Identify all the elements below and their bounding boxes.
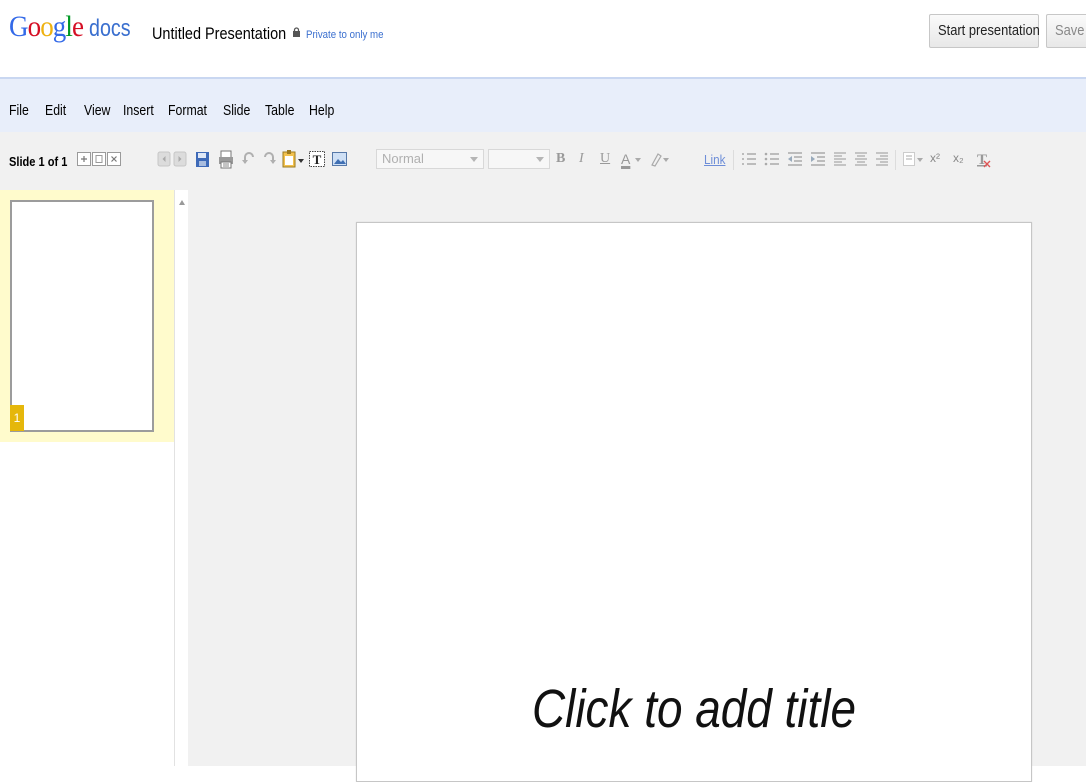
logo-google-text: Google (9, 10, 84, 43)
slide[interactable]: Click to add title (356, 222, 1032, 782)
lock-icon (293, 27, 300, 37)
insert-text-box-icon[interactable]: T (308, 148, 326, 170)
menu-format[interactable]: Format (168, 102, 207, 119)
vertical-align-icon[interactable] (902, 148, 926, 170)
toolbar-separator (733, 150, 734, 170)
delete-slide-icon[interactable] (107, 152, 121, 166)
google-docs-logo[interactable]: Google docs (9, 10, 140, 50)
scroll-up-arrow-icon[interactable] (179, 200, 185, 205)
svg-text:T: T (313, 152, 322, 167)
underline-button[interactable]: U (600, 151, 610, 167)
undo-icon[interactable] (241, 148, 257, 170)
menu-slide[interactable]: Slide (223, 102, 250, 119)
redo-icon[interactable] (261, 148, 277, 170)
save-label: Save (1055, 22, 1085, 39)
align-center-icon[interactable] (853, 148, 869, 170)
paint-format-icon[interactable] (281, 148, 305, 170)
move-slide-down-icon[interactable] (173, 148, 187, 170)
slide-editor-canvas: Click to add title (188, 190, 1086, 782)
italic-button[interactable]: I (579, 151, 584, 167)
slide-title-placeholder[interactable]: Click to add title (408, 678, 981, 740)
paragraph-style-dropdown[interactable]: Normal (376, 149, 484, 169)
numbered-list-icon[interactable] (740, 148, 758, 170)
bulleted-list-icon[interactable] (763, 148, 781, 170)
superscript-button[interactable]: x² (930, 151, 940, 165)
increase-indent-icon[interactable] (809, 148, 827, 170)
toolbar: Slide 1 of 1 T Normal B I U A Link x² x₂… (0, 132, 1086, 190)
paragraph-style-value: Normal (382, 151, 424, 166)
text-color-chevron-icon[interactable] (633, 148, 643, 170)
insert-image-icon[interactable] (331, 148, 349, 170)
slide-counter: Slide 1 of 1 (9, 154, 68, 169)
slide-number-badge: 1 (10, 405, 24, 431)
toolbar-separator (895, 150, 896, 170)
chevron-down-icon (536, 157, 544, 162)
font-size-dropdown[interactable] (488, 149, 550, 169)
filmstrip-scrollbar[interactable] (174, 190, 189, 766)
start-presentation-label: Start presentation (938, 22, 1040, 39)
save-icon[interactable] (195, 148, 211, 170)
logo-docs-text: docs (89, 15, 131, 42)
highlight-color-icon[interactable] (648, 148, 672, 170)
menu-table[interactable]: Table (265, 102, 294, 119)
bold-button[interactable]: B (556, 151, 565, 167)
menu-insert[interactable]: Insert (123, 102, 154, 119)
document-title[interactable]: Untitled Presentation (152, 24, 286, 44)
decrease-indent-icon[interactable] (786, 148, 804, 170)
slide-thumbnail[interactable] (10, 200, 154, 432)
sharing-status-link[interactable]: Private to only me (306, 29, 383, 41)
insert-link-button[interactable]: Link (704, 152, 725, 167)
align-left-icon[interactable] (832, 148, 848, 170)
app-header: Google docs Untitled Presentation Privat… (0, 0, 1086, 76)
menu-view[interactable]: View (84, 102, 110, 119)
menu-bar: File Edit View Insert Format Slide Table… (0, 79, 1086, 132)
chevron-down-icon (470, 157, 478, 162)
subscript-button[interactable]: x₂ (953, 151, 964, 165)
duplicate-slide-icon[interactable] (92, 152, 106, 166)
clear-formatting-icon[interactable]: T (975, 148, 993, 170)
new-slide-icon[interactable] (77, 152, 91, 166)
menu-file[interactable]: File (9, 102, 29, 119)
menu-edit[interactable]: Edit (45, 102, 66, 119)
print-icon[interactable] (217, 148, 235, 170)
slide-filmstrip: 1 (0, 190, 174, 766)
text-color-button[interactable]: A (621, 151, 630, 167)
save-button[interactable]: Save (1046, 14, 1086, 48)
align-right-icon[interactable] (874, 148, 890, 170)
menu-help[interactable]: Help (309, 102, 334, 119)
move-slide-up-icon[interactable] (157, 148, 171, 170)
start-presentation-button[interactable]: Start presentation (929, 14, 1040, 48)
